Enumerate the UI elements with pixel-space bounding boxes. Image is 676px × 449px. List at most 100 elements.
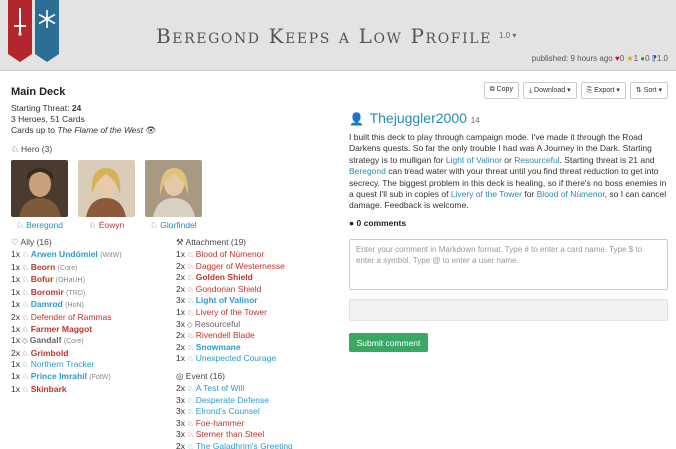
card-quantity: 2x	[11, 347, 20, 358]
card-columns: ♡ Ally (16) 1x ♘ Arwen Undómiel (WitW) 1x ♘ B…	[11, 237, 341, 449]
card-row[interactable]: 1x ♘ Livery of the Tower	[176, 307, 341, 319]
card-quantity: 3x	[176, 406, 185, 417]
hero-name[interactable]: ♘ Éowyn	[78, 220, 135, 231]
card-row[interactable]: 3x ◇ Resourceful	[176, 319, 341, 331]
eye-icon[interactable]: 👁	[146, 125, 157, 135]
logo-banner-blue[interactable]	[35, 0, 59, 62]
card-row[interactable]: 2x ♘ Rivendell Blade	[176, 330, 341, 342]
card-row[interactable]: 1x ♘ Northern Tracker	[11, 359, 176, 371]
card-name[interactable]: Gandalf	[30, 335, 62, 345]
author-name[interactable]: Thejuggler2000	[370, 110, 467, 126]
card-row[interactable]: 1x ♘ Skinbark	[11, 384, 176, 396]
sort-button[interactable]: ⇅ Sort ▾	[629, 82, 668, 99]
logo-banner-red[interactable]	[8, 0, 32, 62]
card-name[interactable]: Dagger of Westernesse	[196, 261, 285, 271]
hero-card[interactable]: ♘ Glorfindel	[145, 160, 202, 231]
spirit-sphere-icon: ♘	[21, 300, 29, 310]
card-row[interactable]: 3x ♘ Desperate Defense	[176, 395, 341, 407]
card-name[interactable]: Desperate Defense	[196, 395, 269, 405]
deck-counts: 3 Heroes, 51 Cards	[11, 114, 85, 124]
card-row[interactable]: 2x ♘ A Test of Will	[176, 383, 341, 395]
neutral-sphere-icon: ◇	[186, 319, 193, 329]
card-name[interactable]: Sterner than Steel	[196, 429, 265, 439]
card-name[interactable]: Livery of the Tower	[196, 307, 267, 317]
hero-heading: ♘ Hero (3)	[11, 144, 53, 154]
card-row[interactable]: 2x ♘ Grimbold	[11, 348, 176, 360]
card-name[interactable]: Light of Valinor	[196, 295, 258, 305]
card-row[interactable]: 2x ♘ Defender of Rammas	[11, 312, 176, 324]
card-row[interactable]: 2x ♘ Snowmane	[176, 342, 341, 354]
card-row[interactable]: 2x ♘ The Galadhrim's Greeting	[176, 441, 341, 449]
card-name[interactable]: Unexpected Courage	[196, 353, 276, 363]
comment-textarea[interactable]: Enter your comment in Markdown format. T…	[349, 239, 668, 290]
card-name[interactable]: Golden Shield	[196, 272, 253, 282]
card-link[interactable]: Resourceful	[514, 155, 559, 165]
submit-comment-button[interactable]: Submit comment	[349, 333, 428, 352]
card-name[interactable]: Gondorian Shield	[196, 284, 262, 294]
card-name[interactable]: A Test of Will	[196, 383, 245, 393]
export-button[interactable]: ⎘ Export ▾	[580, 82, 626, 99]
star-icon[interactable]: ★	[626, 54, 633, 63]
card-name[interactable]: Boromir	[31, 287, 64, 297]
card-row[interactable]: 3x ♘ Light of Valinor	[176, 295, 341, 307]
user-icon: 👤	[349, 112, 364, 126]
card-row[interactable]: 1x ♘ Beorn (Core)	[11, 262, 176, 275]
card-row[interactable]: 1x ◇ Gandalf (Core)	[11, 335, 176, 348]
version-dropdown[interactable]: 1.0 ▾	[499, 31, 516, 40]
card-link[interactable]: Light of Valinor	[446, 155, 502, 165]
card-row[interactable]: 1x ♘ Arwen Undómiel (WitW)	[11, 249, 176, 262]
card-name[interactable]: Grimbold	[31, 348, 69, 358]
card-row[interactable]: 2x ♘ Dagger of Westernesse	[176, 261, 341, 273]
card-row[interactable]: 1x ♘ Damrod (HoN)	[11, 299, 176, 312]
hero-card[interactable]: ♘ Éowyn	[78, 160, 135, 231]
copy-button[interactable]: ⧉ Copy	[483, 82, 519, 99]
card-name[interactable]: Prince Imrahil	[31, 371, 87, 381]
card-row[interactable]: 1x ♘ Boromir (TRD)	[11, 287, 176, 300]
hero-name[interactable]: ♘ Glorfindel	[145, 220, 202, 231]
card-row[interactable]: 1x ♘ Blood of Númenor	[176, 249, 341, 261]
card-row[interactable]: 1x ♘ Bofur (OHaUH)	[11, 274, 176, 287]
card-name[interactable]: Rivendell Blade	[196, 330, 255, 340]
card-quantity: 1x	[11, 323, 20, 334]
ally-column: ♡ Ally (16) 1x ♘ Arwen Undómiel (WitW) 1x ♘ B…	[11, 237, 176, 449]
card-link[interactable]: Beregond	[349, 166, 386, 176]
card-name[interactable]: Defender of Rammas	[31, 312, 112, 322]
card-quantity: 3x	[176, 394, 185, 405]
card-name[interactable]: Northern Tracker	[31, 359, 95, 369]
hero-name[interactable]: ♘ Beregond	[11, 220, 68, 231]
card-name[interactable]: Elrond's Counsel	[196, 406, 260, 416]
card-name[interactable]: Resourceful	[195, 319, 240, 329]
spirit-sphere-icon: ♘	[186, 296, 194, 306]
card-row[interactable]: 3x ♘ Sterner than Steel	[176, 429, 341, 441]
card-name[interactable]: Snowmane	[196, 342, 241, 352]
card-name[interactable]: Arwen Undómiel	[31, 249, 98, 259]
card-name[interactable]: Farmer Maggot	[31, 324, 92, 334]
card-row[interactable]: 2x ♘ Golden Shield	[176, 272, 341, 284]
card-quantity: 2x	[176, 330, 185, 341]
card-row[interactable]: 3x ♘ Foe-hammer	[176, 418, 341, 430]
card-row[interactable]: 1x ♘ Prince Imrahil (FotW)	[11, 371, 176, 384]
hero-portrait-eowyn[interactable]	[78, 160, 135, 217]
card-name[interactable]: Foe-hammer	[196, 418, 245, 428]
card-row[interactable]: 3x ♘ Elrond's Counsel	[176, 406, 341, 418]
download-button[interactable]: ⤓ Download ▾	[522, 82, 577, 99]
card-set: (FotW)	[89, 373, 111, 381]
spirit-icon: ♘	[16, 220, 24, 230]
card-link[interactable]: Livery of the Tower	[451, 189, 522, 199]
hero-portrait-beregond[interactable]	[11, 160, 68, 217]
card-name[interactable]: Bofur	[31, 274, 54, 284]
spirit-sphere-icon: ♘	[21, 360, 29, 370]
card-name[interactable]: Blood of Númenor	[196, 249, 265, 259]
card-name[interactable]: Beorn	[31, 262, 56, 272]
tactics-sphere-icon: ♘	[186, 250, 194, 259]
card-quantity: 1x	[11, 335, 20, 346]
card-name[interactable]: Damrod	[31, 299, 63, 309]
hero-portrait-glorfindel[interactable]	[145, 160, 202, 217]
card-link[interactable]: Blood of Númenor	[537, 189, 605, 199]
card-row[interactable]: 2x ♘ Gondorian Shield	[176, 284, 341, 296]
card-row[interactable]: 1x ♘ Unexpected Courage	[176, 353, 341, 365]
card-name[interactable]: The Galadhrim's Greeting	[196, 441, 293, 449]
card-name[interactable]: Skinbark	[31, 384, 67, 394]
card-row[interactable]: 1x ♘ Farmer Maggot	[11, 324, 176, 336]
hero-card[interactable]: ♘ Beregond	[11, 160, 68, 231]
